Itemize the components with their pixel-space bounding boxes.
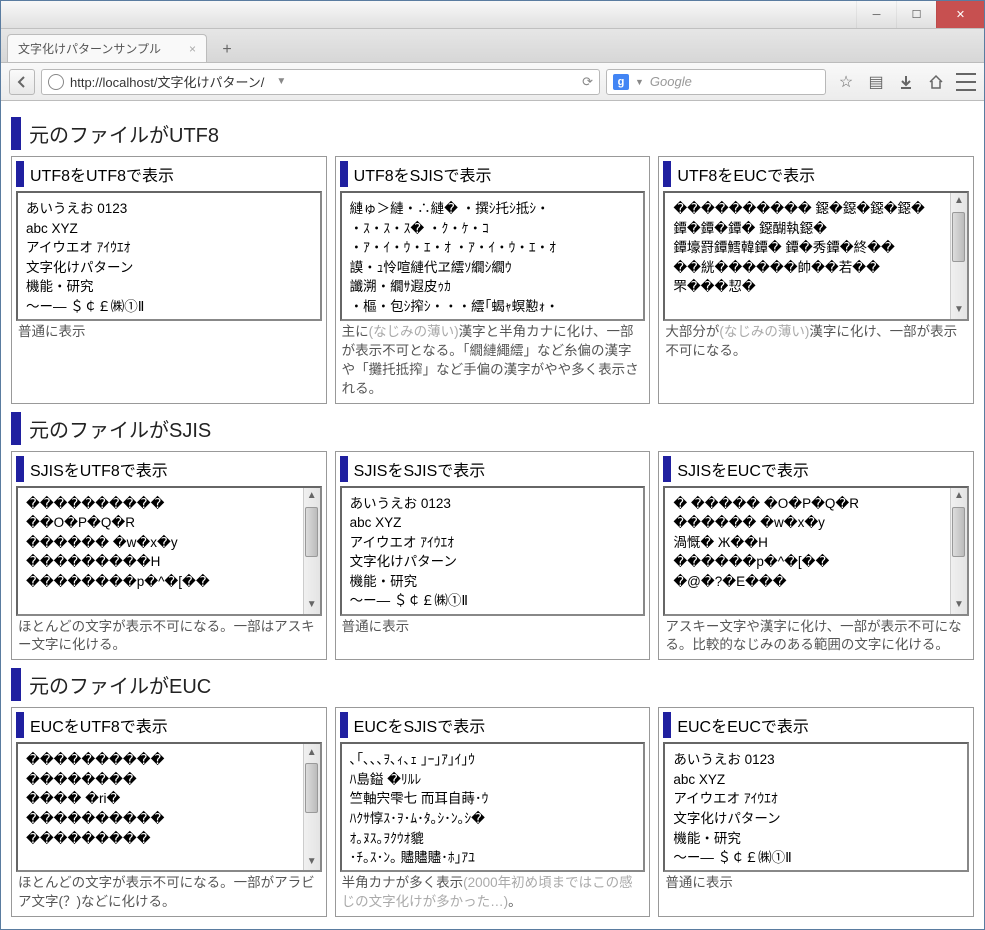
window-maximize-button[interactable]: ☐ (896, 1, 936, 28)
sample-box: ���������� 鐚�鐚�鐚�鐚� 鐔�鐔�鐔� 鐚醐執鐚� 鐔壕罸鐔鱈韓鐔… (663, 191, 969, 321)
encoding-cell: EUCをEUCで表示 あいうえお 0123 abc XYZ アイウエオ ｱｲｳｴ… (658, 707, 974, 917)
scrollbar-vertical[interactable]: ▲▼ (950, 488, 967, 614)
scroll-up-icon[interactable]: ▲ (951, 488, 967, 505)
scroll-thumb[interactable] (952, 507, 965, 557)
search-placeholder: Google (650, 74, 692, 89)
encoding-cell: UTF8をEUCで表示 ���������� 鐚�鐚�鐚�鐚� 鐔�鐔�鐔� 鐚… (658, 156, 974, 404)
new-tab-button[interactable]: + (213, 38, 241, 62)
scrollbar-vertical[interactable]: ▲▼ (950, 193, 967, 319)
scroll-up-icon[interactable]: ▲ (304, 488, 320, 505)
sample-text: あいうえお 0123 abc XYZ アイウエオ ｱｲｳｴｵ 文字化けパターン … (673, 752, 791, 865)
scroll-down-icon[interactable]: ▼ (951, 302, 967, 319)
window-close-button[interactable]: ✕ (936, 1, 984, 28)
scroll-down-icon[interactable]: ▼ (304, 597, 320, 614)
window-minimize-button[interactable]: ─ (856, 1, 896, 28)
tab-close-icon[interactable]: × (189, 42, 196, 56)
section-heading: 元のファイルがUTF8 (11, 117, 974, 150)
search-dropdown-icon[interactable]: ▼ (635, 77, 644, 87)
cell-title: SJISをUTF8で表示 (16, 456, 322, 482)
encoding-cell: UTF8をSJISで表示 縺ゅ＞縺・∴縺� ・撰ｼ托ｼ抵ｼ・ ・ｽ・ｽ・ｽ� ・… (335, 156, 651, 404)
page-content: 元のファイルがUTF8 UTF8をUTF8で表示 あいうえお 0123 abc … (1, 101, 984, 929)
search-bar[interactable]: g ▼ Google (606, 69, 826, 95)
sample-text: あいうえお 0123 abc XYZ アイウエオ ｱｲｳｴｵ 文字化けパターン … (26, 201, 144, 314)
sample-text: ���������� �������� ���� �ri� ����������… (26, 752, 164, 845)
scroll-thumb[interactable] (305, 507, 318, 557)
toolbar-icons: ☆ ▤ (832, 72, 976, 92)
sample-box: あいうえお 0123 abc XYZ アイウエオ ｱｲｳｴｵ 文字化けパターン … (16, 191, 322, 321)
caption: アスキー文字や漢字に化け、一部が表示不可になる。比較的なじみのある範囲の文字に化… (663, 616, 969, 656)
caption: ほとんどの文字が表示不可になる。一部がアラビア文字(？)などに化ける。 (16, 872, 322, 912)
scrollbar-vertical[interactable]: ▲▼ (303, 744, 320, 870)
browser-tab-title: 文字化けパターンサンプル (18, 40, 161, 57)
menu-button[interactable] (956, 72, 976, 92)
downloads-icon[interactable] (896, 72, 916, 92)
scroll-down-icon[interactable]: ▼ (951, 597, 967, 614)
grid-row: EUCをUTF8で表示 ���������� �������� ���� �ri… (11, 707, 974, 917)
window-titlebar: ─ ☐ ✕ (1, 1, 984, 29)
browser-tab[interactable]: 文字化けパターンサンプル × (7, 34, 207, 62)
sample-text: ､｢､､､ｦ､ｨ､ｪ ｣ｰ｣ｱ｣ｲ｣ｳ ﾊ島鎰 �ﾘﾙﾚ 竺軸宍雫七 而耳自蒔･… (350, 752, 489, 865)
encoding-cell: SJISをUTF8で表示 ���������� ��O�P�Q�R ������… (11, 451, 327, 661)
encoding-cell: SJISをEUCで表示 � ����� �O�P�Q�R ������ �w�x… (658, 451, 974, 661)
url-bar[interactable]: http://localhost/文字化けパターン/ ▼ ⟳ (41, 69, 600, 95)
bookmark-icon[interactable]: ☆ (836, 72, 856, 92)
cell-title: SJISをEUCで表示 (663, 456, 969, 482)
encoding-cell: UTF8をUTF8で表示 あいうえお 0123 abc XYZ アイウエオ ｱｲ… (11, 156, 327, 404)
scroll-thumb[interactable] (305, 763, 318, 813)
section-heading: 元のファイルがEUC (11, 668, 974, 701)
reload-icon[interactable]: ⟳ (582, 74, 593, 90)
section-heading: 元のファイルがSJIS (11, 412, 974, 445)
sample-box: � ����� �O�P�Q�R ������ �w�x�y 渦慨� Ж��H … (663, 486, 969, 616)
encoding-cell: EUCをSJISで表示 ､｢､､､ｦ､ｨ､ｪ ｣ｰ｣ｱ｣ｲ｣ｳ ﾊ島鎰 �ﾘﾙﾚ… (335, 707, 651, 917)
cell-title: EUCをEUCで表示 (663, 712, 969, 738)
cell-title: EUCをSJISで表示 (340, 712, 646, 738)
browser-window: ─ ☐ ✕ 文字化けパターンサンプル × + http://localhost/… (0, 0, 985, 930)
globe-icon (48, 74, 64, 90)
sample-box: あいうえお 0123 abc XYZ アイウエオ ｱｲｳｴｵ 文字化けパターン … (340, 486, 646, 616)
url-text: http://localhost/文字化けパターン/ (70, 72, 264, 91)
browser-tabstrip: 文字化けパターンサンプル × + (1, 29, 984, 63)
caption: 半角カナが多く表示(2000年初め頃まではこの感じの文字化けが多かった…)。 (340, 872, 646, 912)
cell-title: UTF8をUTF8で表示 (16, 161, 322, 187)
encoding-cell: SJISをSJISで表示 あいうえお 0123 abc XYZ アイウエオ ｱｲ… (335, 451, 651, 661)
scroll-up-icon[interactable]: ▲ (951, 193, 967, 210)
cell-title: UTF8をSJISで表示 (340, 161, 646, 187)
caption: 普通に表示 (663, 872, 969, 893)
home-icon[interactable] (926, 72, 946, 92)
sample-text: あいうえお 0123 abc XYZ アイウエオ ｱｲｳｴｵ 文字化けパターン … (350, 496, 468, 609)
sample-box: あいうえお 0123 abc XYZ アイウエオ ｱｲｳｴｵ 文字化けパターン … (663, 742, 969, 872)
sample-text: � ����� �O�P�Q�R ������ �w�x�y 渦慨� Ж��H … (673, 496, 859, 589)
grid-row: UTF8をUTF8で表示 あいうえお 0123 abc XYZ アイウエオ ｱｲ… (11, 156, 974, 404)
caption: 普通に表示 (340, 616, 646, 637)
encoding-cell: EUCをUTF8で表示 ���������� �������� ���� �ri… (11, 707, 327, 917)
google-icon: g (613, 74, 629, 90)
cell-title: SJISをSJISで表示 (340, 456, 646, 482)
scroll-thumb[interactable] (952, 212, 965, 262)
reading-list-icon[interactable]: ▤ (866, 72, 886, 92)
sample-text: ���������� 鐚�鐚�鐚�鐚� 鐔�鐔�鐔� 鐚醐執鐚� 鐔壕罸鐔鱈韓鐔… (673, 201, 925, 294)
scrollbar-vertical[interactable]: ▲▼ (303, 488, 320, 614)
scroll-down-icon[interactable]: ▼ (304, 853, 320, 870)
sample-text: 縺ゅ＞縺・∴縺� ・撰ｼ托ｼ抵ｼ・ ・ｽ・ｽ・ｽ� ・ｸ・ｹ・ｺ ・ｱ・ｲ・ｳ・… (350, 201, 559, 314)
cell-title: EUCをUTF8で表示 (16, 712, 322, 738)
sample-box: 縺ゅ＞縺・∴縺� ・撰ｼ托ｼ抵ｼ・ ・ｽ・ｽ・ｽ� ・ｸ・ｹ・ｺ ・ｱ・ｲ・ｳ・… (340, 191, 646, 321)
sample-text: ���������� ��O�P�Q�R ������ �w�x�y �����… (26, 496, 210, 589)
caption: 主に(なじみの薄い)漢字と半角カナに化け、一部が表示不可となる。「繝縺繩繧」など… (340, 321, 646, 399)
sample-box: ���������� �������� ���� �ri� ����������… (16, 742, 322, 872)
sample-box: ���������� ��O�P�Q�R ������ �w�x�y �����… (16, 486, 322, 616)
sample-box: ､｢､､､ｦ､ｨ､ｪ ｣ｰ｣ｱ｣ｲ｣ｳ ﾊ島鎰 �ﾘﾙﾚ 竺軸宍雫七 而耳自蒔･… (340, 742, 646, 872)
scroll-up-icon[interactable]: ▲ (304, 744, 320, 761)
browser-navbar: http://localhost/文字化けパターン/ ▼ ⟳ g ▼ Googl… (1, 63, 984, 101)
caption: ほとんどの文字が表示不可になる。一部はアスキー文字に化ける。 (16, 616, 322, 656)
caption: 普通に表示 (16, 321, 322, 342)
grid-row: SJISをUTF8で表示 ���������� ��O�P�Q�R ������… (11, 451, 974, 661)
caption: 大部分が(なじみの薄い)漢字に化け、一部が表示不可になる。 (663, 321, 969, 361)
back-button[interactable] (9, 69, 35, 95)
cell-title: UTF8をEUCで表示 (663, 161, 969, 187)
url-dropdown-icon[interactable]: ▼ (276, 76, 286, 87)
